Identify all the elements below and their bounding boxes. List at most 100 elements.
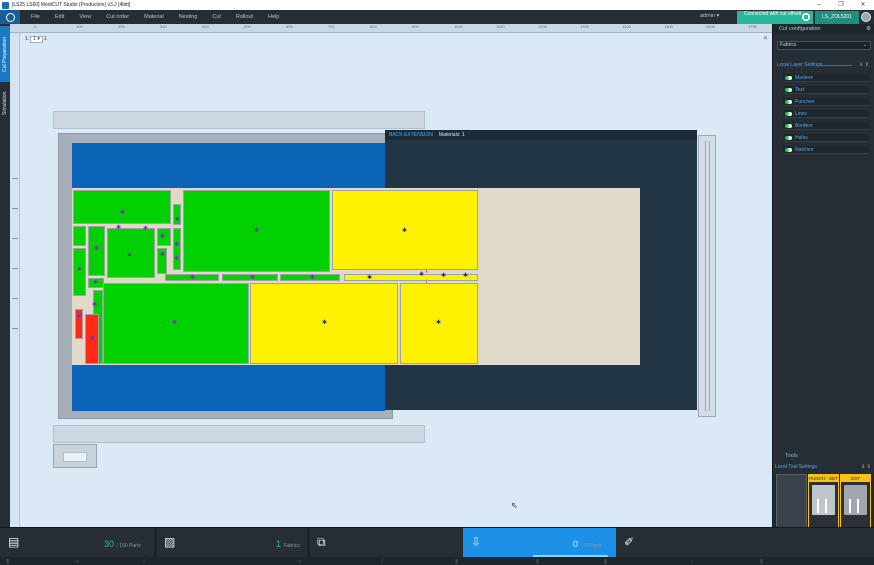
layer-toggle-markers[interactable]: Markers <box>783 74 869 82</box>
chevron-down-icon: ⌄ <box>862 42 867 48</box>
ruler-label: 1400 <box>622 24 631 29</box>
layer-toggle-notches[interactable]: Notches <box>783 146 869 154</box>
menu-cut[interactable]: Cut <box>212 14 221 20</box>
layer-toggle-borders[interactable]: Borders <box>783 122 869 130</box>
layer-toggle-punches[interactable]: Punches <box>783 98 869 106</box>
menu-rollout[interactable]: Rollout <box>236 14 253 20</box>
punch-mark-icon: ✱ <box>436 320 442 326</box>
toggle-icon[interactable] <box>785 100 792 104</box>
punch-mark-icon: ✱ <box>94 246 100 252</box>
nested-part[interactable] <box>73 190 171 224</box>
canvas-close-icon[interactable]: ✕ <box>763 35 768 42</box>
ruler-top: 0 100 200 300 400 500 600 700 800 900 10… <box>10 24 772 33</box>
cut-configuration-panel: Cut configuration ⚙ Fabrics ⌄ Local Laye… <box>772 24 874 534</box>
avatar[interactable] <box>861 12 871 22</box>
zoom-suffix: 1 <box>43 36 47 42</box>
zoom-selector[interactable]: 1: 1 ▾ 1 <box>25 35 47 43</box>
footer-check-icon: ✓ <box>690 559 696 565</box>
tab-simulation[interactable]: Simulation <box>0 84 10 122</box>
footer-check-icon: ✓ <box>380 559 386 565</box>
nested-part[interactable] <box>173 228 181 270</box>
nesting-section[interactable]: ⧉ <box>309 528 463 557</box>
pause-icon[interactable] <box>802 13 810 21</box>
gear-icon[interactable]: ⚙ <box>866 24 871 34</box>
tab-cut-preparation[interactable]: Cut Preparation <box>0 26 10 82</box>
close-window-button[interactable]: ✕ <box>852 0 874 10</box>
fabric-select-value: Fabrics <box>780 42 797 48</box>
material-section[interactable]: ▨ 1 Fabrics <box>156 528 308 557</box>
app-window: [LS25,LS60] MediCUT Studio (Production) … <box>0 0 874 565</box>
punch-mark-icon: ✱ <box>92 302 98 308</box>
ruler-tick <box>12 178 18 179</box>
menu-cut-order[interactable]: Cut order <box>106 14 129 20</box>
ruler-tick <box>12 208 18 209</box>
footer-step-icon: ▮ <box>604 559 608 565</box>
punch-mark-icon: ✱ <box>116 225 122 231</box>
punch-mark-icon: ✱ <box>190 275 196 281</box>
ruler-label: 800 <box>370 24 377 29</box>
toggle-icon[interactable] <box>785 88 792 92</box>
minimize-button[interactable]: – <box>808 0 830 10</box>
window-controls: – ❐ ✕ <box>808 0 874 10</box>
zoom-input[interactable]: 1 ▾ <box>30 35 43 43</box>
nesting-canvas[interactable]: 0 100 200 300 400 500 600 700 800 900 10… <box>10 24 772 527</box>
menu-view[interactable]: View <box>79 14 91 20</box>
menu-file[interactable]: File <box>31 14 40 20</box>
menu-nesting[interactable]: Nesting <box>179 14 198 20</box>
nested-part[interactable] <box>344 274 478 281</box>
workflow-bar: ▤ 30 / 150 Parts ▨ 1 Fabrics ⧉ ⇩ 0 / 23 … <box>0 527 874 565</box>
punch-mark-icon: ✱ <box>174 256 180 262</box>
layer-label: Markers <box>795 75 814 81</box>
toggle-icon[interactable] <box>785 76 792 80</box>
tools-title: Tools <box>785 453 798 459</box>
layer-toggle-text[interactable]: Text <box>783 86 869 94</box>
tool-slot-label: PUNCH · SET <box>809 475 838 482</box>
layer-toggle-holes[interactable]: Holes <box>783 134 869 142</box>
nested-part[interactable] <box>73 226 86 246</box>
material-header[interactable]: BACK EXTENSION Materials: 1 <box>385 130 697 140</box>
ruler-label: 400 <box>202 24 209 29</box>
rollout-section[interactable]: ✐ <box>616 528 772 557</box>
punch-mark-icon: ✱ <box>90 336 96 342</box>
footer-step-icon: ▮ <box>6 559 10 565</box>
tool-slot-empty[interactable] <box>776 474 807 532</box>
tool-slot-punch[interactable]: PUNCH · SET <box>808 474 839 532</box>
device-name[interactable]: LS_ZOL5201 <box>815 11 859 24</box>
menu-help[interactable]: Help <box>268 14 279 20</box>
zoom-value: 1 <box>33 35 36 42</box>
local-tool-settings: Local Tool Settings ⇩ ⇪ <box>775 464 873 471</box>
toggle-icon[interactable] <box>785 124 792 128</box>
part-preview[interactable] <box>53 444 97 468</box>
layer-label: Holes <box>795 135 808 141</box>
cut-order-section[interactable]: ▤ 30 / 150 Parts <box>0 528 155 557</box>
import-export-icon[interactable]: ⇩ ⇪ <box>861 464 871 470</box>
layer-toggle-lines[interactable]: Lines <box>783 110 869 118</box>
tool-slot-eot[interactable]: EOT <box>840 474 871 532</box>
app-logo-icon <box>2 1 9 9</box>
user-menu[interactable]: admin ▾ <box>700 13 719 19</box>
toggle-icon[interactable] <box>785 148 792 152</box>
window-title: [LS25,LS60] MediCUT Studio (Production) … <box>12 2 131 8</box>
cut-section[interactable]: ⇩ 0 / 23 Parts <box>463 528 616 557</box>
fabric-select[interactable]: Fabrics ⌄ <box>777 41 871 50</box>
app-home-icon[interactable] <box>0 10 20 24</box>
ruler-label: 1300 <box>580 24 589 29</box>
ruler-tick <box>12 238 18 239</box>
import-export-icon[interactable]: ⇩ ⇪ <box>859 62 869 68</box>
menu-material[interactable]: Material <box>144 14 164 20</box>
punch-mark-icon: ✱ <box>160 252 166 258</box>
maximize-button[interactable]: ❐ <box>830 0 852 10</box>
ruler-label: 1600 <box>706 24 715 29</box>
knife-tool-icon <box>844 485 867 515</box>
punch-mark-icon: ✱ <box>160 234 166 240</box>
toggle-icon[interactable] <box>785 136 792 140</box>
toggle-icon[interactable] <box>785 112 792 116</box>
material-icon: ▨ <box>164 535 176 549</box>
punch-mark-icon: ✱ <box>322 320 328 326</box>
menu-edit[interactable]: Edit <box>55 14 64 20</box>
footer-step-icon: ⇥ <box>296 559 302 565</box>
cut-icon: ⇩ <box>471 535 482 549</box>
tools-header[interactable]: Tools <box>773 452 874 461</box>
ruler-label: 1200 <box>538 24 547 29</box>
side-rail <box>698 135 716 417</box>
